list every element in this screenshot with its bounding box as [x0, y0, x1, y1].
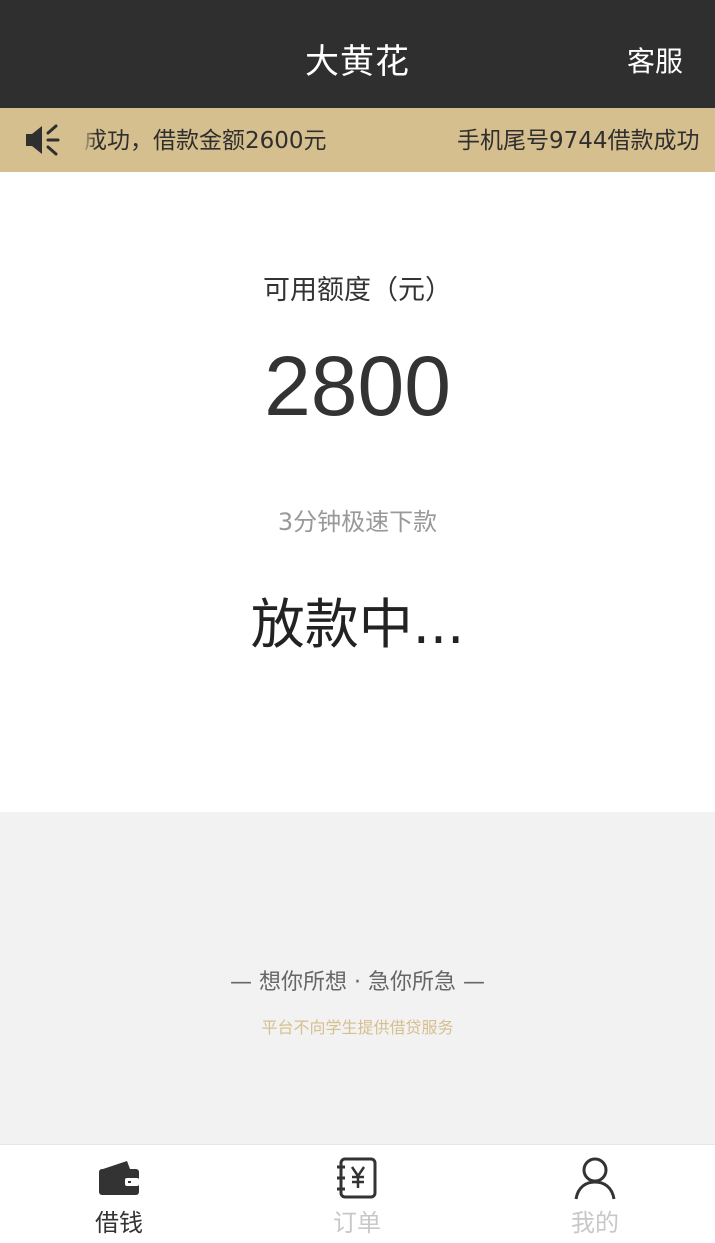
student-notice-text: 平台不向学生提供借贷服务	[261, 1018, 454, 1037]
loan-status-text: 放款中...	[250, 593, 465, 656]
fast-loan-text: 3分钟极速下款	[277, 508, 438, 536]
tab-mine[interactable]: 我的	[476, 1145, 714, 1243]
notice-marquee: 借款成功，借款金额2600元 手机尾号9744借款成功	[0, 108, 715, 172]
footer-area: — 想你所想 · 急你所急 — 平台不向学生提供借贷服务	[0, 812, 715, 1144]
marquee-track: 借款成功，借款金额2600元 手机尾号9744借款成功	[82, 108, 715, 172]
user-icon	[574, 1157, 616, 1200]
marquee-fade	[82, 108, 96, 172]
tab-orders[interactable]: 订单	[238, 1145, 476, 1243]
tab-mine-label: 我的	[571, 1209, 619, 1237]
bottom-tab-bar: 借钱 订单 我的	[0, 1144, 715, 1243]
marquee-message: 手机尾号9744借款成功	[457, 128, 700, 154]
customer-service-button[interactable]: 客服	[627, 0, 683, 108]
app-header: 大黄花 客服	[0, 0, 715, 108]
tab-borrow-label: 借钱	[95, 1209, 143, 1237]
speaker-icon	[26, 124, 60, 156]
available-quota-label: 可用额度（元）	[263, 275, 452, 306]
tab-borrow[interactable]: 借钱	[0, 1145, 238, 1243]
available-quota-amount: 2800	[264, 339, 451, 433]
wallet-icon	[99, 1161, 139, 1195]
tab-orders-label: 订单	[333, 1209, 381, 1237]
slogan-text: — 想你所想 · 急你所急 —	[230, 970, 485, 995]
marquee-message: 借款成功，借款金额2600元	[82, 128, 327, 154]
order-yen-icon	[337, 1157, 377, 1199]
app-title: 大黄花	[305, 42, 410, 82]
